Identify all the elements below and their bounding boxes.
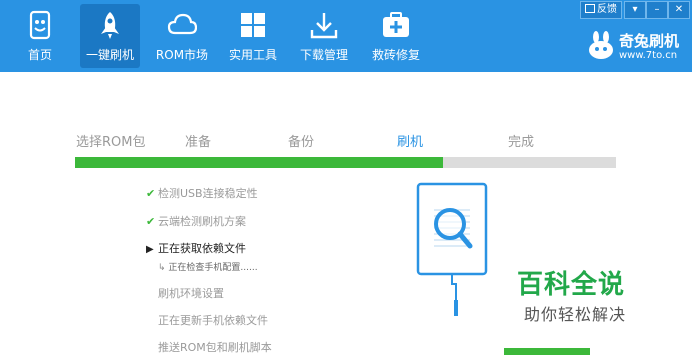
nav-one-click-flash[interactable]: 一键刷机 — [80, 4, 140, 68]
nav-rom-market-label: ROM市场 — [155, 48, 209, 62]
step-backup: 备份 — [288, 135, 315, 150]
nav-unbrick-repair-label: 救砖修复 — [371, 48, 420, 62]
task-item: 刷机环境设置 — [146, 285, 224, 301]
nav-unbrick-repair[interactable]: 救砖修复 — [366, 4, 426, 68]
nav-home-label: 首页 — [27, 48, 52, 62]
chevron-down-icon: ▾ — [632, 4, 638, 15]
feedback-icon — [585, 4, 595, 13]
task-label: 刷机环境设置 — [158, 287, 224, 300]
medkit-icon — [383, 12, 409, 37]
play-arrow-icon: ▶ — [146, 244, 154, 255]
nav-one-click-flash-label: 一键刷机 — [85, 48, 134, 62]
step-complete: 完成 — [508, 135, 535, 150]
flash-progress-fill — [75, 157, 443, 168]
check-icon: ✔ — [146, 187, 156, 200]
grid-icon — [241, 13, 265, 37]
flash-progress-bar — [75, 157, 616, 168]
nav-home[interactable]: 首页 — [10, 4, 70, 68]
nav-download-manager[interactable]: 下载管理 — [294, 4, 354, 68]
check-icon: ✔ — [146, 215, 156, 228]
watermark-title: 百科全说 — [517, 270, 626, 300]
brand-url: www.7to.cn — [619, 50, 678, 61]
task-label: 正在获取依赖文件 — [158, 242, 246, 255]
action-button[interactable] — [504, 348, 590, 355]
step-select-rom: 选择ROM包 — [76, 135, 146, 150]
step-flash: 刷机 — [397, 135, 424, 150]
download-icon — [310, 13, 338, 39]
minimize-button[interactable]: – — [646, 1, 668, 19]
feedback-button[interactable]: 反馈 — [580, 1, 622, 19]
nav-tools-label: 实用工具 — [228, 48, 277, 62]
nav-rom-market[interactable]: ROM市场 — [152, 4, 212, 68]
brand-name: 奇兔刷机 — [619, 32, 680, 50]
task-item: 推送ROM包和刷机脚本 — [146, 339, 272, 355]
task-item-current: ▶ 正在获取依赖文件 — [146, 240, 246, 256]
nav-download-manager-label: 下载管理 — [299, 48, 348, 62]
step-prepare: 准备 — [185, 135, 212, 150]
task-item: ✔ 云端检测刷机方案 — [146, 213, 246, 229]
task-item: 正在更新手机依赖文件 — [146, 312, 268, 328]
task-label: 推送ROM包和刷机脚本 — [158, 341, 272, 354]
task-label: 检测USB连接稳定性 — [158, 187, 258, 200]
phone-scan-illustration — [416, 182, 488, 316]
menu-dropdown-button[interactable]: ▾ — [624, 1, 646, 19]
rocket-icon — [101, 12, 119, 39]
nav-tools[interactable]: 实用工具 — [223, 4, 283, 68]
top-toolbar: 首页 一键刷机 ROM市场 实用工具 下载管理 救砖修复 反馈 ▾ – ✕ 奇兔… — [0, 0, 692, 72]
task-label: 正在更新手机依赖文件 — [158, 314, 268, 327]
watermark-subtitle: 助你轻松解决 — [524, 305, 627, 324]
close-button[interactable]: ✕ — [668, 1, 690, 19]
task-label: 云端检测刷机方案 — [158, 215, 246, 228]
feedback-label: 反馈 — [597, 4, 617, 15]
subtask-label: 正在检查手机配置...... — [168, 263, 258, 273]
close-icon: ✕ — [674, 4, 684, 15]
connector-icon: ↳ — [158, 263, 166, 273]
subtask-status: ↳ 正在检查手机配置...... — [158, 260, 258, 273]
cloud-icon — [167, 13, 197, 35]
rabbit-logo-icon — [589, 31, 613, 59]
minimize-icon: – — [654, 4, 660, 15]
phone-home-icon — [29, 10, 51, 40]
task-item: ✔ 检测USB连接稳定性 — [146, 185, 258, 201]
